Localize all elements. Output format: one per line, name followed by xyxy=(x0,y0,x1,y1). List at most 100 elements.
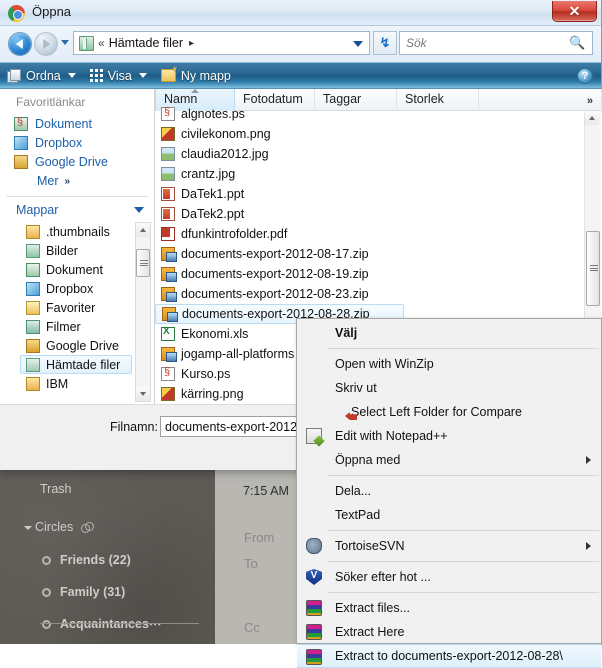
menu-item-open-with-winzip[interactable]: Open with WinZip xyxy=(297,352,601,376)
back-button[interactable] xyxy=(8,32,32,56)
favorite-item-google-drive[interactable]: Google Drive xyxy=(0,152,154,171)
image-file-icon xyxy=(161,127,175,141)
file-row[interactable]: DaTek1.ppt xyxy=(155,184,584,204)
views-button[interactable]: Visa xyxy=(83,63,154,88)
submenu-arrow-icon xyxy=(586,542,591,550)
organize-button[interactable]: Ordna xyxy=(0,63,83,88)
file-name: Kurso.ps xyxy=(181,367,231,381)
tree-item[interactable]: Favoriter xyxy=(0,298,154,317)
menu-item-edit-with-notepadpp[interactable]: Edit with Notepad++ xyxy=(297,424,601,448)
bg-circle-family[interactable]: Family (31) xyxy=(42,585,125,599)
tortoisesvn-icon xyxy=(306,538,322,554)
folders-header[interactable]: Mappar xyxy=(0,197,154,222)
close-button[interactable]: ✕ xyxy=(552,1,597,22)
zip-file-icon xyxy=(161,267,177,282)
favorite-item-dokument[interactable]: Dokument xyxy=(0,114,154,133)
file-row[interactable]: crantz.jpg xyxy=(155,164,584,184)
tree-item-label: Dokument xyxy=(46,262,103,277)
forward-button[interactable] xyxy=(34,32,58,56)
file-name: documents-export-2012-08-19.zip xyxy=(181,267,369,281)
tree-item-label: .thumbnails xyxy=(46,224,110,239)
more-label: Mer xyxy=(37,174,59,188)
new-folder-button[interactable]: Ny mapp xyxy=(154,63,238,88)
breadcrumb-overflow-chevrons[interactable]: « xyxy=(98,36,105,50)
context-menu: Välj Open with WinZip Skriv ut Select Le… xyxy=(296,318,602,668)
menu-separator xyxy=(328,592,599,593)
chevron-down-icon xyxy=(138,73,147,78)
recent-pages-dropdown-icon[interactable] xyxy=(61,40,69,45)
scroll-up-button[interactable] xyxy=(585,111,599,125)
favorite-label: Dropbox xyxy=(35,135,83,150)
file-row[interactable]: claudia2012.jpg xyxy=(155,144,584,164)
tree-item[interactable]: Dokument xyxy=(0,260,154,279)
tree-item[interactable]: Filmer xyxy=(0,317,154,336)
file-name: civilekonom.png xyxy=(181,127,271,141)
file-row[interactable]: documents-export-2012-08-19.zip xyxy=(155,264,584,284)
arrow-left-icon xyxy=(15,39,23,49)
file-row[interactable]: dfunkintrofolder.pdf xyxy=(155,224,584,244)
file-row[interactable]: civilekonom.png xyxy=(155,124,584,144)
tree-item-label: Favoriter xyxy=(46,300,96,315)
scrollbar-thumb[interactable] xyxy=(586,231,600,306)
search-box[interactable]: 🔍 xyxy=(399,31,593,55)
refresh-button[interactable]: ↯ xyxy=(373,31,397,55)
menu-separator xyxy=(328,475,599,476)
notepadpp-icon xyxy=(306,428,322,444)
folder-tree-scrollbar[interactable] xyxy=(135,222,151,402)
file-row[interactable]: DaTek2.ppt xyxy=(155,204,584,224)
tree-item-selected[interactable]: Hämtade filer xyxy=(20,355,132,374)
file-row[interactable]: algnotes.ps xyxy=(155,104,584,124)
favorite-item-dropbox[interactable]: Dropbox xyxy=(0,133,154,152)
documents-folder-icon xyxy=(26,262,40,277)
bg-trash-item[interactable]: Trash xyxy=(40,482,72,496)
file-row[interactable]: documents-export-2012-08-23.zip xyxy=(155,284,584,304)
breadcrumb-current-folder[interactable]: Hämtade filer xyxy=(109,36,183,50)
tree-item[interactable]: Bilder xyxy=(0,241,154,260)
address-bar[interactable]: « Hämtade filer ▸ xyxy=(73,31,370,55)
folder-icon xyxy=(26,224,40,239)
search-icon[interactable]: 🔍 xyxy=(569,35,585,51)
menu-item-extract-here[interactable]: Extract Here xyxy=(297,620,601,644)
tree-item[interactable]: .thumbnails xyxy=(0,222,154,241)
menu-item-label: Söker efter hot ... xyxy=(335,570,431,584)
menu-item-label: Skriv ut xyxy=(335,381,377,395)
menu-item-valj[interactable]: Välj xyxy=(297,321,601,345)
menu-item-extract-files[interactable]: Extract files... xyxy=(297,596,601,620)
pdf-file-icon xyxy=(161,227,175,241)
command-bar: Ordna Visa Ny mapp ? xyxy=(0,62,601,89)
menu-item-label: Öppna med xyxy=(335,453,401,467)
search-input[interactable] xyxy=(400,35,569,51)
bg-circles-header[interactable]: Circles xyxy=(24,520,95,534)
menu-item-extract-to-folder[interactable]: Extract to documents-export-2012-08-28\ xyxy=(297,644,601,668)
powerpoint-file-icon xyxy=(161,187,175,201)
bg-circle-friends[interactable]: Friends (22) xyxy=(42,553,131,567)
file-row[interactable]: documents-export-2012-08-17.zip xyxy=(155,244,584,264)
favorites-more-button[interactable]: Mer » xyxy=(0,171,154,191)
tree-item[interactable]: Dropbox xyxy=(0,279,154,298)
bg-circle-label: Friends (22) xyxy=(60,553,131,567)
menu-item-oppna-med[interactable]: Öppna med xyxy=(297,448,601,472)
dropbox-icon xyxy=(14,135,28,150)
documents-icon xyxy=(14,116,28,131)
menu-item-dela[interactable]: Dela... xyxy=(297,479,601,503)
menu-item-tortoisesvn[interactable]: TortoiseSVN xyxy=(297,534,601,558)
scrollbar-thumb[interactable] xyxy=(136,249,150,277)
menu-item-label: Extract to documents-export-2012-08-28\ xyxy=(335,649,563,663)
file-name: dfunkintrofolder.pdf xyxy=(181,227,288,241)
winrar-icon xyxy=(306,649,322,665)
views-icon xyxy=(89,69,103,82)
chrome-icon xyxy=(8,5,25,22)
menu-item-textpad[interactable]: TextPad xyxy=(297,503,601,527)
bg-mail-to-label: To xyxy=(244,556,258,571)
address-dropdown-icon[interactable] xyxy=(353,41,363,47)
tree-item[interactable]: Google Drive xyxy=(0,336,154,355)
scroll-down-button[interactable] xyxy=(136,387,150,401)
breadcrumb-chevron-icon[interactable]: ▸ xyxy=(189,38,194,49)
scroll-up-button[interactable] xyxy=(136,223,150,237)
menu-item-soker-efter-hot[interactable]: Söker efter hot ... xyxy=(297,565,601,589)
tree-item[interactable]: IBM xyxy=(0,374,154,393)
favorites-header: Favoritlänkar xyxy=(16,95,86,109)
help-icon[interactable]: ? xyxy=(577,68,593,84)
menu-item-skriv-ut[interactable]: Skriv ut xyxy=(297,376,601,400)
menu-item-select-left-folder-for-compare[interactable]: Select Left Folder for Compare xyxy=(297,400,601,424)
